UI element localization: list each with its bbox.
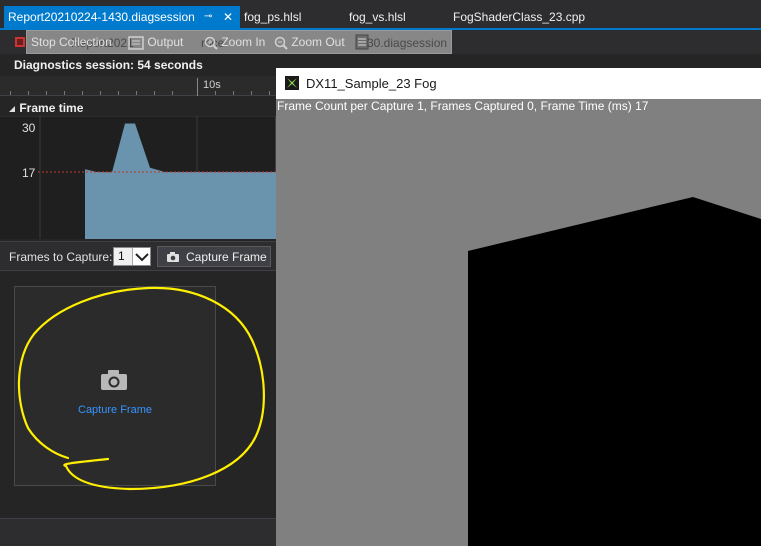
zoom-in-button[interactable]: Zoom In — [204, 32, 265, 52]
frames-to-capture-label: Frames to Capture: — [9, 250, 113, 264]
zoom-out-icon — [274, 36, 288, 50]
tab-label: FogShaderClass_23.cpp — [453, 10, 586, 24]
bottom-status-strip — [0, 518, 276, 546]
output-icon — [128, 36, 144, 50]
game-window-title: DX11_Sample_23 Fog — [306, 76, 437, 91]
session-duration: Diagnostics session: 54 seconds — [14, 58, 203, 72]
document-tab-bar: Report20210224-1430.diagsession ⊸ ✕ fog_… — [0, 0, 761, 28]
stop-collection-label: Stop Collection — [31, 35, 112, 49]
frame-time-chart-svg: 30 17 — [0, 115, 276, 239]
capture-frame-link[interactable]: Capture Frame — [15, 404, 215, 416]
diagnostics-panel: Diagnostics session: 54 seconds 10s Fram… — [0, 54, 276, 546]
zoom-out-button[interactable]: Zoom Out — [274, 32, 345, 52]
ruler-tick-label: 10s — [203, 79, 221, 91]
zoom-in-icon — [204, 36, 218, 50]
tab-fog-vs-hlsl[interactable]: fog_vs.hlsl — [349, 6, 406, 28]
frame-time-label: Frame time — [19, 101, 84, 115]
zoom-out-label: Zoom Out — [291, 35, 345, 49]
captured-frames-area: Capture Frame — [0, 272, 276, 530]
ghost-text-right: 30.diagsession — [367, 36, 448, 50]
stop-icon[interactable] — [15, 37, 25, 47]
pin-icon[interactable]: ⊸ — [204, 6, 212, 28]
document-icon — [355, 34, 369, 50]
tab-label: fog_ps.hlsl — [244, 10, 302, 24]
directx-app-icon — [285, 76, 299, 90]
output-button[interactable]: Output — [128, 32, 183, 52]
timeline-ruler[interactable]: 10s — [0, 76, 276, 96]
rendered-scene — [276, 99, 761, 546]
capture-frame-button-label: Capture Frame — [186, 250, 267, 264]
tab-label: fog_vs.hlsl — [349, 10, 406, 24]
frame-time-area-series — [85, 123, 276, 239]
frame-time-header[interactable]: Frame time — [8, 101, 83, 115]
chevron-down-icon[interactable] — [132, 248, 150, 265]
stop-collection-button[interactable]: Stop Collection — [31, 32, 112, 52]
frames-to-capture-select[interactable]: 1 — [113, 247, 151, 266]
ruler-major-tick — [197, 78, 198, 96]
tab-fogshaderclass-cpp[interactable]: FogShaderClass_23.cpp — [453, 6, 585, 28]
collapse-triangle-icon — [9, 105, 15, 112]
tab-report-diagsession[interactable]: Report20210224-1430.diagsession ⊸ ✕ — [4, 6, 240, 28]
capture-controls-bar: Frames to Capture: 1 Capture Frame — [0, 241, 276, 271]
output-label: Output — [147, 35, 184, 49]
camera-icon — [101, 370, 127, 390]
frame-capture-status-overlay: Frame Count per Capture 1, Frames Captur… — [277, 99, 649, 113]
game-window-titlebar[interactable]: DX11_Sample_23 Fog — [276, 68, 761, 99]
rendered-black-geometry — [468, 197, 761, 546]
tab-fog-ps-hlsl[interactable]: fog_ps.hlsl — [244, 6, 301, 28]
capture-frame-tile[interactable]: Capture Frame — [14, 286, 216, 486]
frame-time-chart[interactable]: 30 17 — [0, 115, 276, 239]
game-window: DX11_Sample_23 Fog Frame Count per Captu… — [276, 68, 761, 546]
diagnostics-toolbar: Report2021 roce 30.diagsession Stop Coll… — [0, 30, 761, 54]
frames-to-capture-value: 1 — [118, 249, 125, 263]
app-window: Report20210224-1430.diagsession ⊸ ✕ fog_… — [0, 0, 761, 546]
y-tick-label-30: 30 — [22, 121, 36, 135]
capture-frame-button[interactable]: Capture Frame — [157, 246, 271, 267]
zoom-in-label: Zoom In — [221, 35, 266, 49]
tab-label: Report20210224-1430.diagsession — [8, 10, 195, 24]
y-tick-label-17: 17 — [22, 166, 36, 180]
camera-icon — [167, 252, 179, 262]
close-icon[interactable]: ✕ — [223, 6, 233, 28]
